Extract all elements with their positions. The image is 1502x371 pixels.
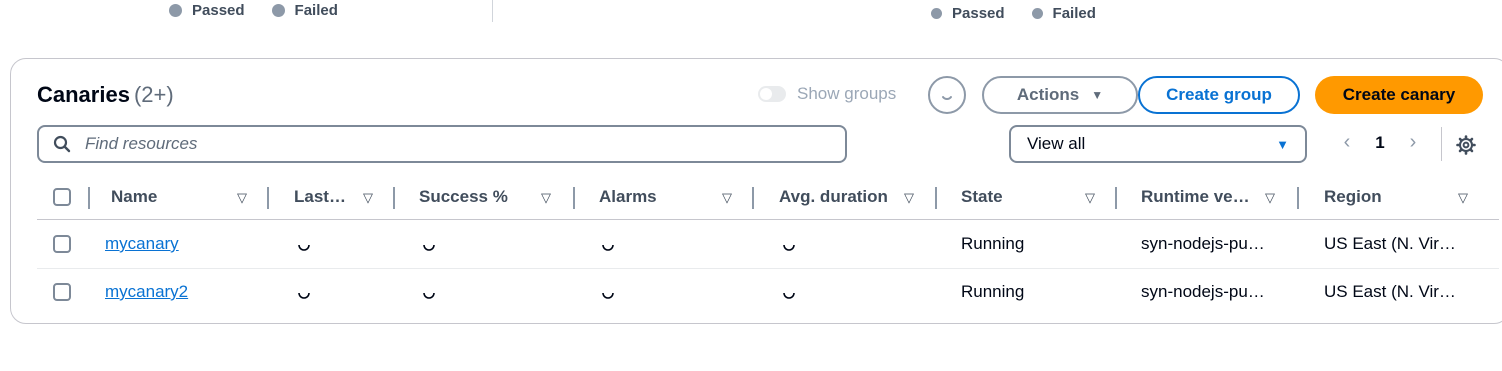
table-header: Name ▽ Last… ▽ Success % ▽ Alarms ▽ Avg.…: [37, 177, 1499, 220]
loading-spinner-icon: [602, 244, 614, 251]
passed-dot-icon: [169, 4, 182, 17]
sort-icon[interactable]: ▽: [363, 190, 373, 206]
sort-icon[interactable]: ▽: [541, 190, 551, 206]
sort-icon[interactable]: ▽: [904, 190, 914, 206]
pagination: ‹ 1 ›: [1337, 131, 1423, 154]
legend-failed: Failed: [271, 2, 338, 19]
loading-spinner-icon: [298, 292, 310, 299]
chevron-right-icon[interactable]: ›: [1403, 131, 1423, 154]
passed-dot-icon: [931, 8, 942, 19]
canary-name-link[interactable]: mycanary2: [105, 282, 188, 302]
create-group-button[interactable]: Create group: [1138, 76, 1300, 114]
canaries-card: Canaries (2+) Show groups Actions ▼ Create…: [10, 58, 1502, 324]
refresh-button[interactable]: [928, 76, 966, 114]
failed-dot-icon: [1031, 8, 1043, 19]
legend-top-left: Passed Failed: [169, 2, 365, 19]
toggle-knob: [760, 88, 772, 100]
region-value: US East (N. Vir…: [1324, 234, 1456, 253]
column-separator[interactable]: [393, 187, 395, 209]
state-value: Running: [961, 234, 1025, 253]
loading-spinner-icon: [783, 292, 795, 299]
page-number[interactable]: 1: [1357, 133, 1403, 153]
title-text: Canaries: [37, 82, 130, 107]
column-separator[interactable]: [935, 187, 937, 209]
legend-passed: Passed: [169, 2, 245, 19]
column-separator[interactable]: [1297, 187, 1299, 209]
row-checkbox[interactable]: [53, 283, 71, 301]
sort-icon[interactable]: ▽: [1265, 190, 1275, 206]
failed-dot-icon: [271, 4, 285, 17]
page-title: Canaries (2+): [37, 82, 174, 108]
row-checkbox[interactable]: [53, 235, 71, 253]
actions-label: Actions: [1016, 85, 1080, 104]
loading-spinner-icon: [298, 244, 310, 251]
legend-passed: Passed: [931, 5, 1005, 22]
column-separator[interactable]: [752, 187, 754, 209]
sort-icon[interactable]: ▽: [722, 190, 732, 206]
caret-down-icon: ▼: [1091, 88, 1104, 102]
sort-icon[interactable]: ▽: [1085, 190, 1095, 206]
create-canary-label: Create canary: [1342, 85, 1456, 104]
search-icon: [53, 135, 71, 153]
legend-top-right: Passed Failed: [931, 5, 1123, 22]
column-separator[interactable]: [573, 187, 575, 209]
show-groups-toggle[interactable]: Show groups: [758, 84, 896, 104]
legend-failed: Failed: [1031, 5, 1096, 22]
divider: [492, 0, 493, 22]
sort-icon[interactable]: ▽: [237, 190, 247, 206]
refresh-icon: [942, 96, 952, 100]
chevron-left-icon[interactable]: ‹: [1337, 131, 1357, 154]
column-header-success[interactable]: Success %: [419, 177, 508, 217]
search-box[interactable]: [37, 125, 847, 163]
runtime-value: syn-nodejs-pu…: [1141, 234, 1265, 253]
loading-spinner-icon: [423, 244, 435, 251]
loading-spinner-icon: [423, 292, 435, 299]
canary-name-link[interactable]: mycanary: [105, 234, 179, 254]
settings-gear-icon[interactable]: [1456, 135, 1476, 155]
column-header-runtime[interactable]: Runtime ve…: [1141, 177, 1250, 217]
column-separator[interactable]: [88, 187, 90, 209]
title-count: (2+): [133, 82, 174, 107]
actions-button[interactable]: Actions ▼: [982, 76, 1138, 114]
caret-down-icon: ▼: [1276, 136, 1289, 152]
create-group-label: Create group: [1166, 85, 1272, 104]
column-header-name[interactable]: Name: [111, 177, 157, 217]
divider: [1441, 127, 1442, 161]
table-row[interactable]: mycanary2 Running syn-nodejs-pu… US East…: [37, 268, 1499, 316]
column-header-alarms[interactable]: Alarms: [599, 177, 657, 217]
toggle-track[interactable]: [758, 86, 786, 102]
column-header-state[interactable]: State: [961, 177, 1003, 217]
create-canary-button[interactable]: Create canary: [1315, 76, 1483, 114]
column-header-region[interactable]: Region: [1324, 177, 1382, 217]
runtime-value: syn-nodejs-pu…: [1141, 282, 1265, 301]
search-input[interactable]: [83, 133, 827, 155]
filter-select[interactable]: View all ▼: [1009, 125, 1307, 163]
loading-spinner-icon: [783, 244, 795, 251]
state-value: Running: [961, 282, 1025, 301]
loading-spinner-icon: [602, 292, 614, 299]
sort-icon[interactable]: ▽: [1458, 190, 1468, 206]
show-groups-label: Show groups: [797, 84, 897, 103]
column-header-avg-duration[interactable]: Avg. duration: [779, 177, 888, 217]
table-row[interactable]: mycanary Running syn-nodejs-pu… US East …: [37, 220, 1499, 269]
region-value: US East (N. Vir…: [1324, 282, 1456, 301]
column-header-last-run[interactable]: Last…: [294, 177, 346, 217]
column-separator[interactable]: [267, 187, 269, 209]
column-separator[interactable]: [1115, 187, 1117, 209]
filter-selected-value: View all: [1027, 134, 1086, 153]
select-all-checkbox[interactable]: [53, 188, 71, 206]
